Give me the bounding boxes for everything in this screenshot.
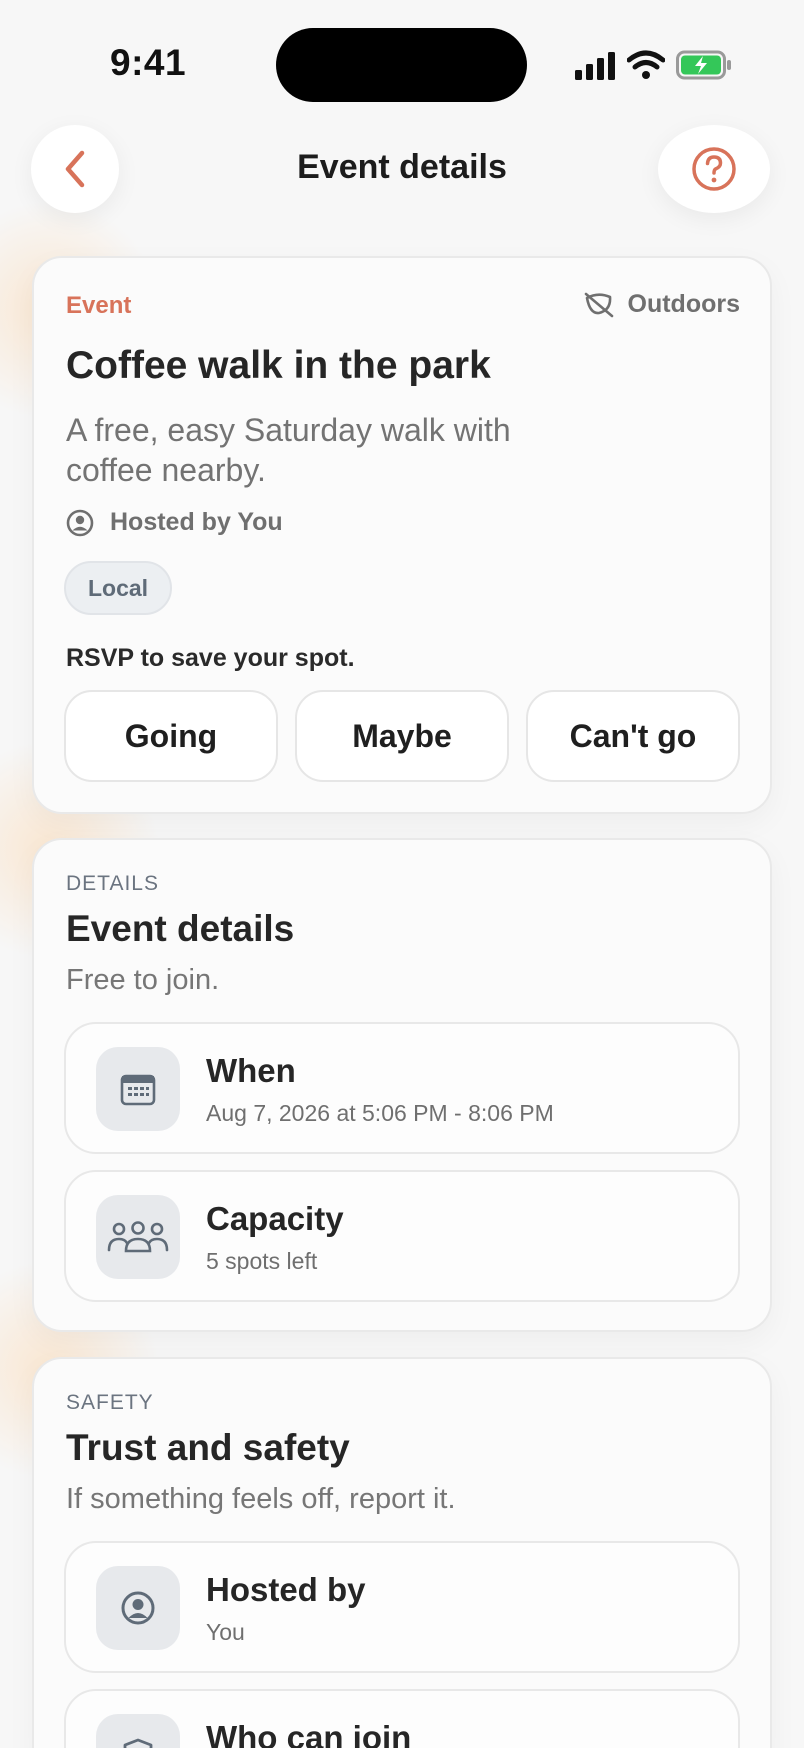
hosted-by-title: Hosted by — [206, 1571, 366, 1608]
event-title: Coffee walk in the park — [66, 344, 491, 387]
event-summary-card: Event Outdoors Coffee walk in the park A… — [32, 256, 772, 814]
rsvp-maybe-button[interactable]: Maybe — [295, 690, 509, 782]
screen: 9:41 Event details Event Outdoors Coffee… — [0, 0, 804, 1748]
section-eyebrow: SAFETY — [66, 1391, 154, 1414]
cellular-signal-icon — [575, 52, 615, 80]
people-icon — [107, 1221, 169, 1253]
user-circle-icon — [66, 509, 94, 536]
capacity-title: Capacity — [206, 1200, 344, 1237]
capacity-value: 5 spots left — [206, 1248, 318, 1274]
people-icon-tile — [96, 1195, 180, 1279]
event-description: A free, easy Saturday walk with coffee n… — [66, 412, 511, 488]
user-circle-icon-tile — [96, 1566, 180, 1650]
battery-charging-icon — [676, 50, 731, 80]
section-subtitle: Free to join. — [66, 964, 220, 996]
question-circle-icon — [692, 147, 736, 191]
hosted-by-row: Hosted by You — [64, 1541, 740, 1673]
status-bar: 9:41 — [0, 0, 804, 120]
event-type-label: Event — [66, 292, 132, 319]
help-button[interactable] — [658, 125, 770, 213]
host-label: Hosted by You — [110, 508, 283, 536]
rsvp-prompt: RSVP to save your spot. — [66, 644, 355, 672]
host-info: Hosted by You — [66, 508, 283, 537]
when-title: When — [206, 1052, 296, 1089]
rsvp-going-button[interactable]: Going — [64, 690, 278, 782]
user-circle-icon — [121, 1591, 155, 1625]
section-title: Trust and safety — [66, 1427, 350, 1468]
section-subtitle: If something feels off, report it. — [66, 1483, 456, 1515]
safety-section-card: SAFETY Trust and safety If something fee… — [32, 1357, 772, 1748]
details-section-card: DETAILS Event details Free to join. When… — [32, 838, 772, 1332]
calendar-icon — [120, 1074, 156, 1106]
section-title: Event details — [66, 908, 295, 949]
shield-icon — [123, 1738, 153, 1748]
location-tag: Local — [64, 561, 173, 615]
leaf-icon — [584, 292, 613, 317]
section-eyebrow: DETAILS — [66, 872, 159, 895]
hosted-by-value: You — [206, 1619, 245, 1645]
category-badge: Outdoors — [584, 290, 741, 319]
who-can-join-row: Who can join — [64, 1689, 740, 1748]
shield-icon-tile — [96, 1714, 180, 1748]
when-row: When Aug 7, 2026 at 5:06 PM - 8:06 PM — [64, 1022, 740, 1154]
capacity-row: Capacity 5 spots left — [64, 1170, 740, 1302]
calendar-icon-tile — [96, 1047, 180, 1131]
dynamic-island — [276, 28, 527, 102]
rsvp-cant-go-button[interactable]: Can't go — [526, 690, 740, 782]
who-can-join-title: Who can join — [206, 1719, 412, 1748]
when-value: Aug 7, 2026 at 5:06 PM - 8:06 PM — [206, 1100, 554, 1126]
category-label: Outdoors — [627, 290, 741, 318]
wifi-icon — [627, 50, 665, 79]
status-time: 9:41 — [110, 42, 187, 83]
